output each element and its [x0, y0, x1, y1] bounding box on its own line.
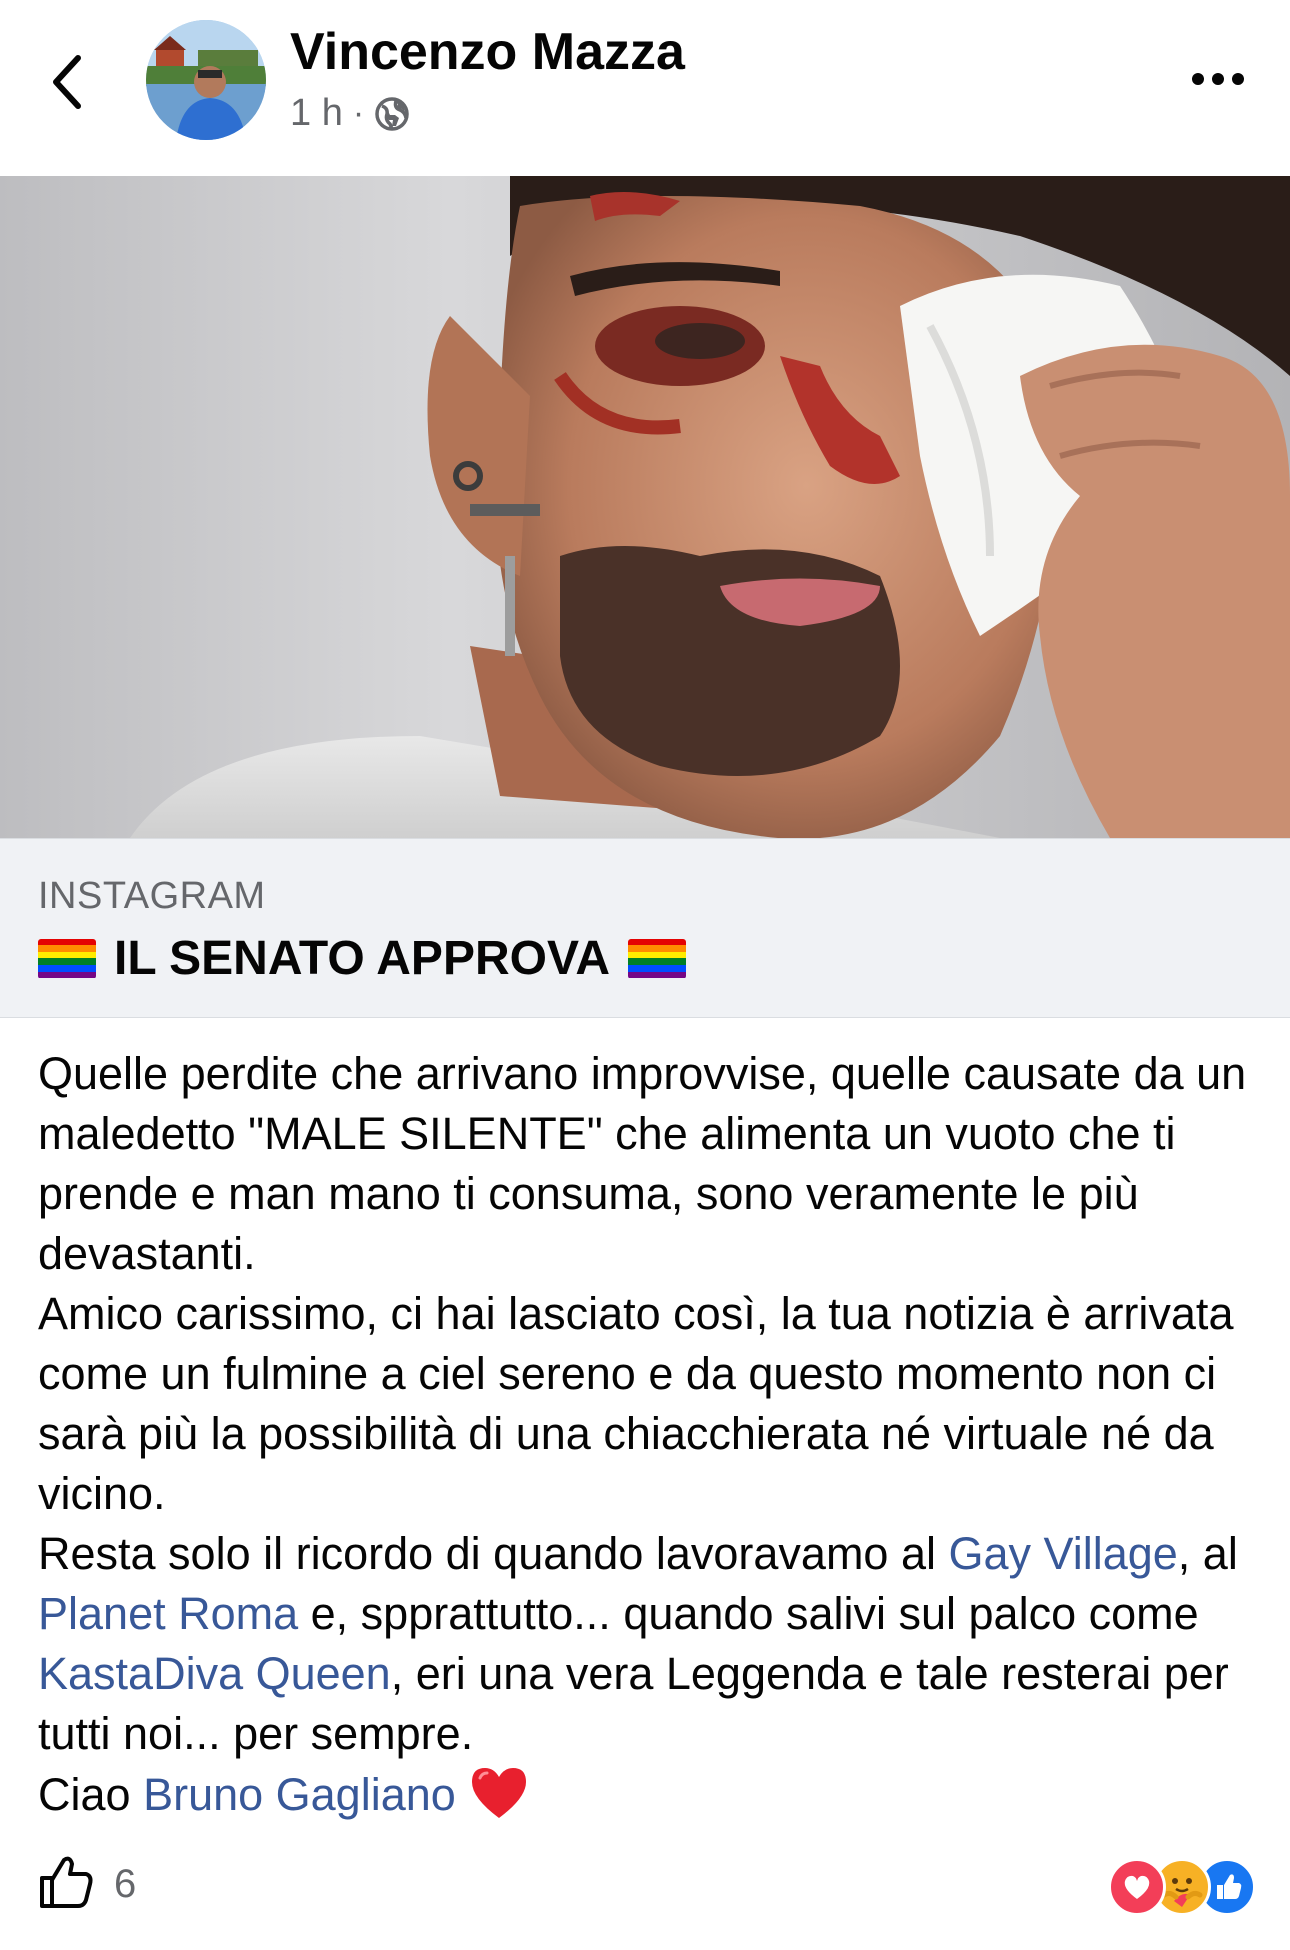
chevron-left-icon [53, 55, 81, 109]
post-text-run: Quelle perdite che arrivano improvvise, … [38, 1048, 1247, 1279]
post-paragraph: Resta solo il ricordo di quando lavorava… [38, 1524, 1263, 1764]
link-title-text: IL SENATO APPROVA [114, 932, 611, 985]
more-dots-icon [1192, 73, 1244, 85]
meta-separator: · [352, 94, 365, 132]
author-name[interactable]: Vincenzo Mazza [290, 22, 685, 82]
post-text-run: Resta solo il ricordo di quando lavorava… [38, 1528, 949, 1579]
more-options-button[interactable] [1188, 64, 1248, 94]
mention-link[interactable]: Planet Roma [38, 1588, 298, 1639]
red-heart-icon [471, 1768, 526, 1818]
post-paragraph: Ciao Bruno Gagliano [38, 1764, 1263, 1825]
like-count[interactable]: 6 [114, 1862, 136, 1907]
author-avatar[interactable] [146, 20, 266, 140]
post-text-run: e, spprattutto... quando salivi sul palc… [298, 1588, 1199, 1639]
post-paragraph: Quelle perdite che arrivano improvvise, … [38, 1044, 1263, 1284]
link-title: IL SENATO APPROVA [38, 931, 687, 986]
rainbow-flag-icon [38, 938, 96, 979]
globe-icon [375, 96, 409, 131]
post-paragraph: Amico carissimo, ci hai lasciato così, l… [38, 1284, 1263, 1524]
mention-link[interactable]: Bruno Gagliano [143, 1769, 456, 1820]
post-text: Quelle perdite che arrivano improvvise, … [38, 1044, 1263, 1825]
rainbow-flag-icon [628, 938, 687, 979]
mention-link[interactable]: Gay Village [948, 1528, 1177, 1579]
reactions-summary[interactable] [1108, 1858, 1258, 1916]
post-header: Vincenzo Mazza 1 h · [0, 0, 1290, 176]
thumbs-up-icon [40, 1856, 93, 1908]
post-text-run: Ciao [38, 1769, 144, 1820]
back-button[interactable] [44, 50, 94, 114]
post-meta: 1 h · [290, 92, 410, 135]
love-reaction-icon [1108, 1858, 1166, 1916]
mention-link[interactable]: KastaDiva Queen [38, 1648, 391, 1699]
post-text-run: , al [1177, 1528, 1238, 1579]
shared-link-image[interactable] [0, 176, 1290, 838]
post-text-run: Amico carissimo, ci hai lasciato così, l… [38, 1288, 1234, 1519]
post-time[interactable]: 1 h [290, 92, 343, 135]
like-button[interactable] [36, 1852, 96, 1912]
link-source: INSTAGRAM [38, 875, 266, 917]
link-preview-card[interactable]: INSTAGRAM IL SENATO APPROVA [0, 838, 1290, 1018]
